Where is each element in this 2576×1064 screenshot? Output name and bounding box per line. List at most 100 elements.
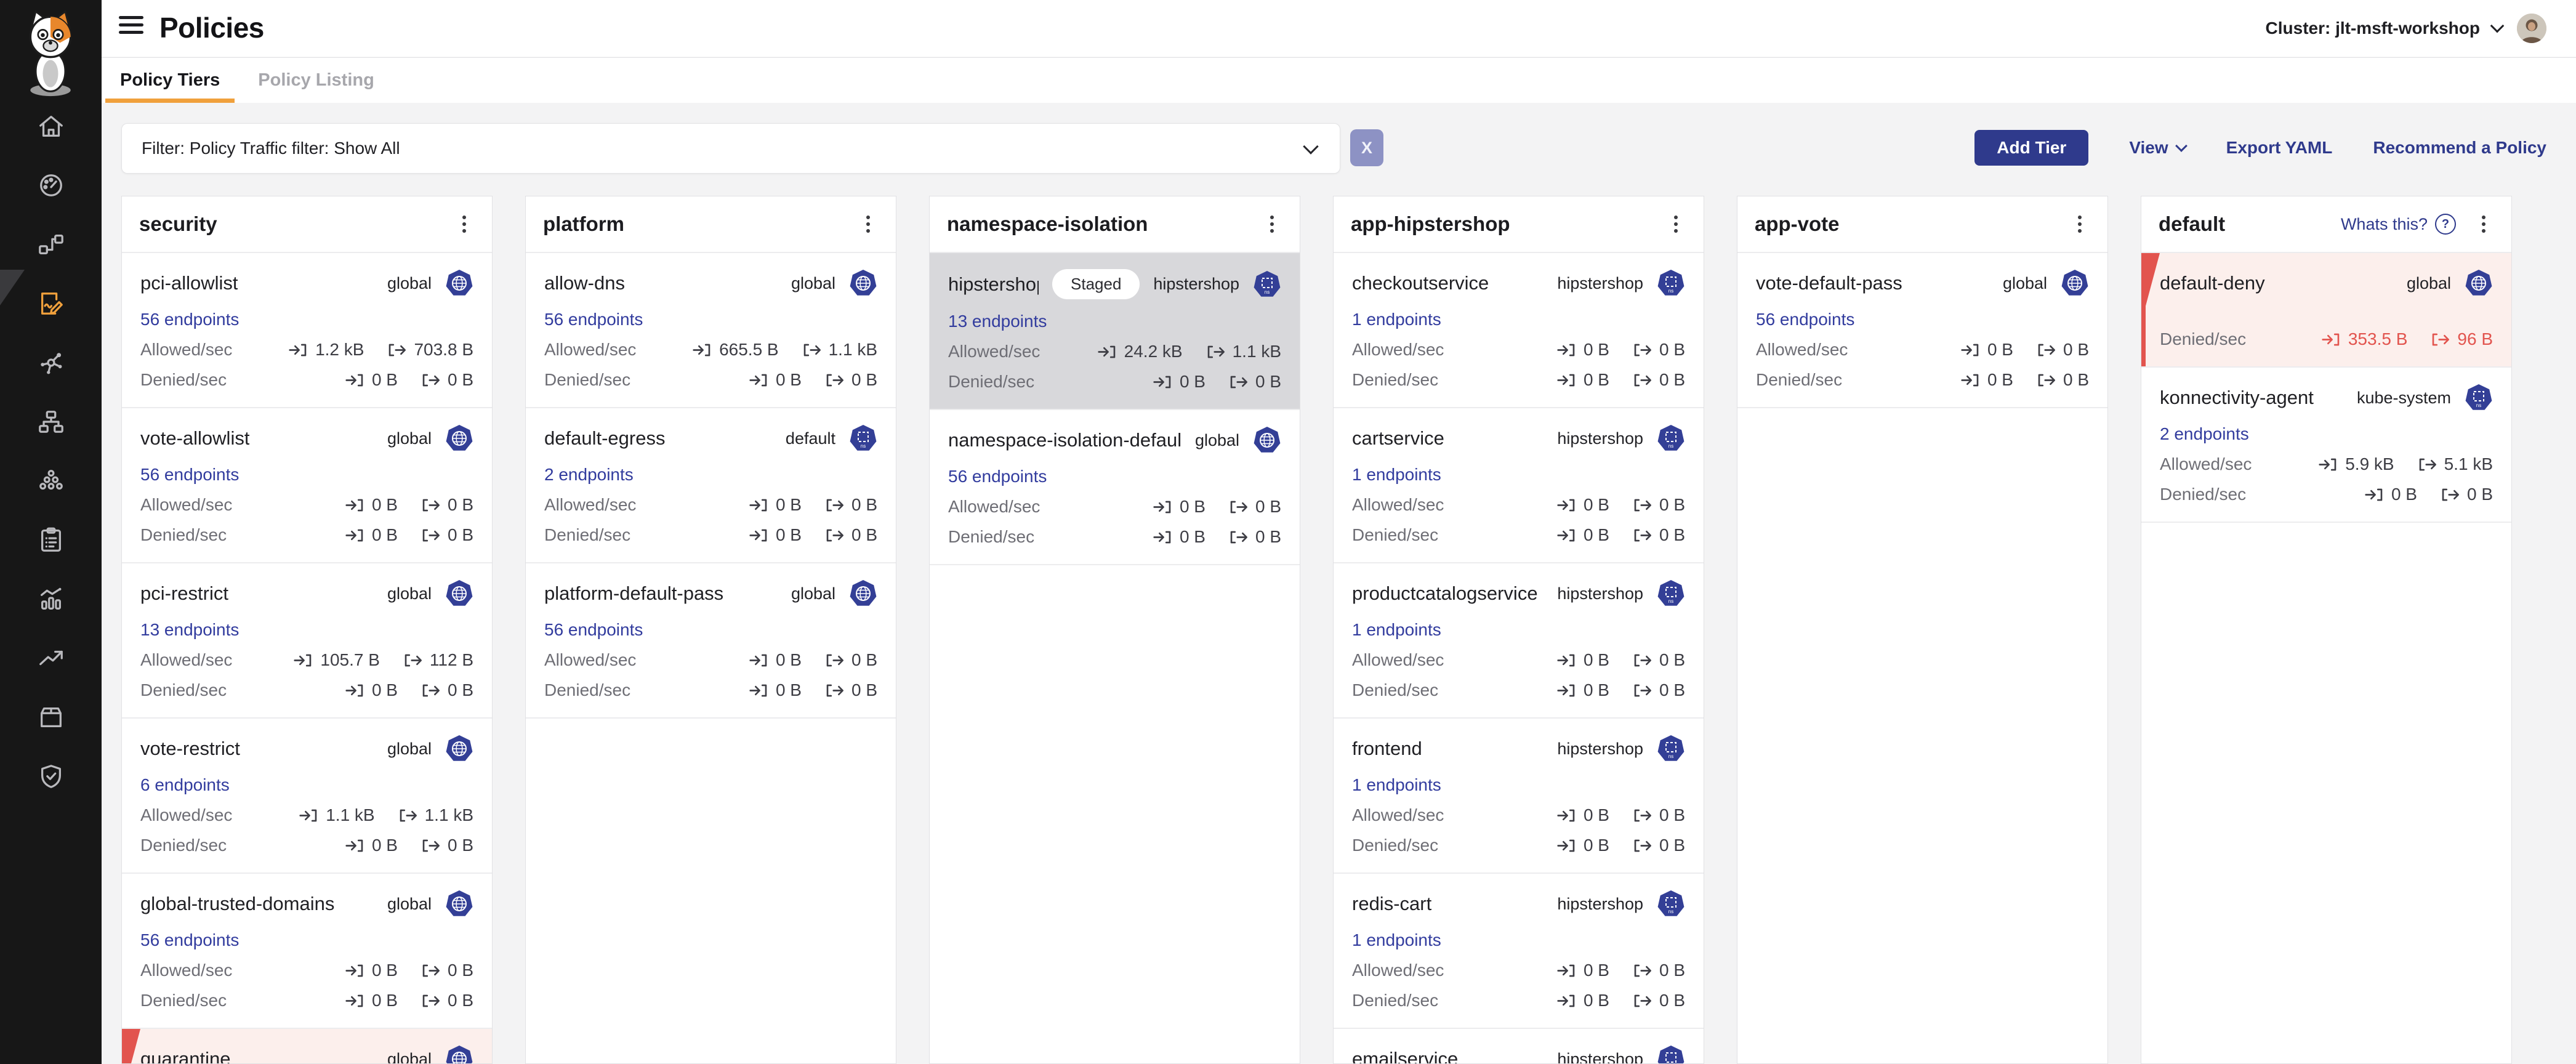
export-yaml-button[interactable]: Export YAML — [2226, 138, 2333, 158]
cluster-selector[interactable]: Cluster: jlt-msft-workshop — [2266, 0, 2502, 57]
stat-label: Allowed/sec — [1352, 805, 1444, 825]
policy-card-frontend[interactable]: frontendhipstershopns1 endpointsAllowed/… — [1334, 719, 1704, 874]
tier-menu-kebab-icon[interactable] — [2069, 213, 2090, 235]
endpoints-link[interactable]: 1 endpoints — [1352, 465, 1441, 485]
stat-label: Allowed/sec — [140, 340, 232, 360]
egress-value: 0 B — [825, 495, 877, 515]
tab-policy-listing[interactable]: Policy Listing — [243, 58, 389, 103]
sidebar-item-compliance[interactable] — [37, 526, 65, 554]
endpoints-link[interactable]: 56 endpoints — [140, 465, 239, 485]
clear-filter-button[interactable]: X — [1350, 129, 1383, 166]
scope-label: global — [2003, 274, 2047, 293]
egress-icon — [1633, 653, 1652, 667]
recommend-policy-button[interactable]: Recommend a Policy — [2373, 138, 2546, 158]
policy-card-vote-allowlist[interactable]: vote-allowlistglobal56 endpointsAllowed/… — [122, 408, 492, 563]
tier-menu-kebab-icon[interactable] — [454, 213, 475, 235]
scope-label: default — [786, 429, 835, 448]
whats-this-link[interactable]: Whats this?? — [2341, 214, 2456, 235]
cluster-icon — [37, 467, 65, 495]
policy-card-global-trusted-domains[interactable]: global-trusted-domainsglobal56 endpoints… — [122, 874, 492, 1029]
endpoints-link[interactable]: 56 endpoints — [140, 930, 239, 950]
sidebar-item-cluster[interactable] — [37, 467, 65, 495]
denied-per-sec-row: Denied/sec0 B0 B — [1756, 370, 2089, 390]
avatar[interactable] — [2517, 14, 2546, 43]
scope-label: global — [387, 429, 432, 448]
policy-card-checkoutservice[interactable]: checkoutservicehipstershopns1 endpointsA… — [1334, 253, 1704, 408]
ingress-icon — [345, 964, 364, 978]
endpoints-link[interactable]: 56 endpoints — [544, 620, 643, 640]
policy-card-pci-restrict[interactable]: pci-restrictglobal13 endpointsAllowed/se… — [122, 563, 492, 719]
endpoints-link[interactable]: 56 endpoints — [948, 467, 1047, 486]
scope-label: global — [387, 895, 432, 914]
endpoints-link[interactable]: 1 endpoints — [1352, 310, 1441, 329]
menu-icon[interactable] — [119, 16, 146, 41]
tab-policy-tiers[interactable]: Policy Tiers — [105, 58, 235, 103]
denied-per-sec-row: Denied/sec0 B0 B — [140, 836, 473, 855]
policy-card-default-deny[interactable]: default-denyglobalDenied/sec353.5 B96 B — [2141, 253, 2511, 368]
endpoints-link[interactable]: 1 endpoints — [1352, 620, 1441, 640]
egress-value: 1.1 kB — [398, 805, 473, 825]
allowed-per-sec-row: Allowed/sec0 B0 B — [1352, 961, 1685, 980]
denied-per-sec-row: Denied/sec0 B0 B — [140, 525, 473, 545]
policy-card-redis-cart[interactable]: redis-carthipstershopns1 endpointsAllowe… — [1334, 874, 1704, 1029]
ingress-value: 0 B — [1557, 836, 1609, 855]
policy-card-vote-default-pass[interactable]: vote-default-passglobal56 endpointsAllow… — [1737, 253, 2107, 408]
sidebar-item-policies[interactable] — [37, 289, 65, 318]
policy-card-quarantine[interactable]: quarantineglobal0 endpoints — [122, 1029, 492, 1063]
sidebar-item-home[interactable] — [37, 112, 65, 140]
egress-icon — [1633, 528, 1652, 542]
tier-cards: allow-dnsglobal56 endpointsAllowed/sec66… — [526, 253, 896, 1063]
sidebar-item-security-shield[interactable] — [37, 762, 65, 791]
sidebar-item-flow-logs[interactable] — [37, 230, 65, 259]
ingress-value: 0 B — [1557, 991, 1609, 1010]
policy-name: emailservice — [1352, 1048, 1458, 1063]
policy-card-allow-dns[interactable]: allow-dnsglobal56 endpointsAllowed/sec66… — [526, 253, 896, 408]
sidebar-item-network-sets[interactable] — [37, 408, 65, 436]
tier-menu-kebab-icon[interactable] — [858, 213, 879, 235]
endpoints-link[interactable]: 6 endpoints — [140, 775, 230, 795]
allowed-per-sec-row: Allowed/sec0 B0 B — [544, 495, 877, 515]
policy-card-emailservice[interactable]: emailservicehipstershopns1 endpointsAllo… — [1334, 1029, 1704, 1063]
sidebar-item-service-graph[interactable] — [37, 349, 65, 377]
endpoints-link[interactable]: 13 endpoints — [140, 620, 239, 640]
add-tier-button[interactable]: Add Tier — [1974, 130, 2088, 166]
view-menu-button[interactable]: View — [2129, 138, 2185, 158]
stat-label: Allowed/sec — [1352, 340, 1444, 360]
tier-menu-kebab-icon[interactable] — [1262, 213, 1282, 235]
ingress-icon — [345, 373, 364, 387]
policy-card-konnectivity-agent[interactable]: konnectivity-agentkube-systemns2 endpoin… — [2141, 368, 2511, 523]
ingress-value: 24.2 kB — [1098, 342, 1183, 361]
policy-card-default-egress[interactable]: default-egressdefaultns2 endpointsAllowe… — [526, 408, 896, 563]
endpoints-link[interactable]: 56 endpoints — [1756, 310, 1854, 329]
policy-card-platform-default-pass[interactable]: platform-default-passglobal56 endpointsA… — [526, 563, 896, 719]
policy-card-pci-allowlist[interactable]: pci-allowlistglobal56 endpointsAllowed/s… — [122, 253, 492, 408]
chevron-down-icon — [2175, 140, 2188, 152]
policy-card-cartservice[interactable]: cartservicehipstershopns1 endpointsAllow… — [1334, 408, 1704, 563]
endpoints-link[interactable]: 56 endpoints — [544, 310, 643, 329]
policy-card-namespace-isolation-default-p[interactable]: namespace-isolation-default-p…global56 e… — [930, 410, 1300, 565]
endpoints-link[interactable]: 2 endpoints — [544, 465, 634, 485]
policy-card-vote-restrict[interactable]: vote-restrictglobal6 endpointsAllowed/se… — [122, 719, 492, 874]
sidebar-item-packages[interactable] — [37, 703, 65, 732]
ingress-icon — [1153, 375, 1172, 389]
ingress-icon — [749, 528, 768, 542]
sidebar-item-dashboard[interactable] — [37, 171, 65, 200]
policy-traffic-filter-select[interactable]: Filter: Policy Traffic filter: Show All — [121, 123, 1340, 174]
policy-card-hipstershop-gh[interactable]: hipstershop-gh…Stagedhipstershopns13 end… — [930, 253, 1300, 410]
endpoints-link[interactable]: 13 endpoints — [948, 312, 1047, 331]
stat-label: Denied/sec — [544, 680, 630, 700]
sidebar-item-threat-trend[interactable] — [37, 644, 65, 672]
tier-menu-kebab-icon[interactable] — [1665, 213, 1686, 235]
policy-name: konnectivity-agent — [2160, 387, 2314, 409]
ingress-value: 0 B — [1961, 370, 2013, 390]
endpoints-link[interactable]: 1 endpoints — [1352, 775, 1441, 795]
endpoints-link[interactable]: 2 endpoints — [2160, 424, 2249, 444]
stat-label: Allowed/sec — [1756, 340, 1848, 360]
ingress-icon — [1557, 653, 1576, 667]
endpoints-link[interactable]: 1 endpoints — [1352, 930, 1441, 950]
tier-menu-kebab-icon[interactable] — [2473, 213, 2494, 235]
policy-card-productcatalogservice[interactable]: productcatalogservicehipstershopns1 endp… — [1334, 563, 1704, 719]
sidebar-item-reports[interactable] — [37, 585, 65, 613]
endpoints-link[interactable]: 56 endpoints — [140, 310, 239, 329]
egress-icon — [825, 683, 844, 698]
